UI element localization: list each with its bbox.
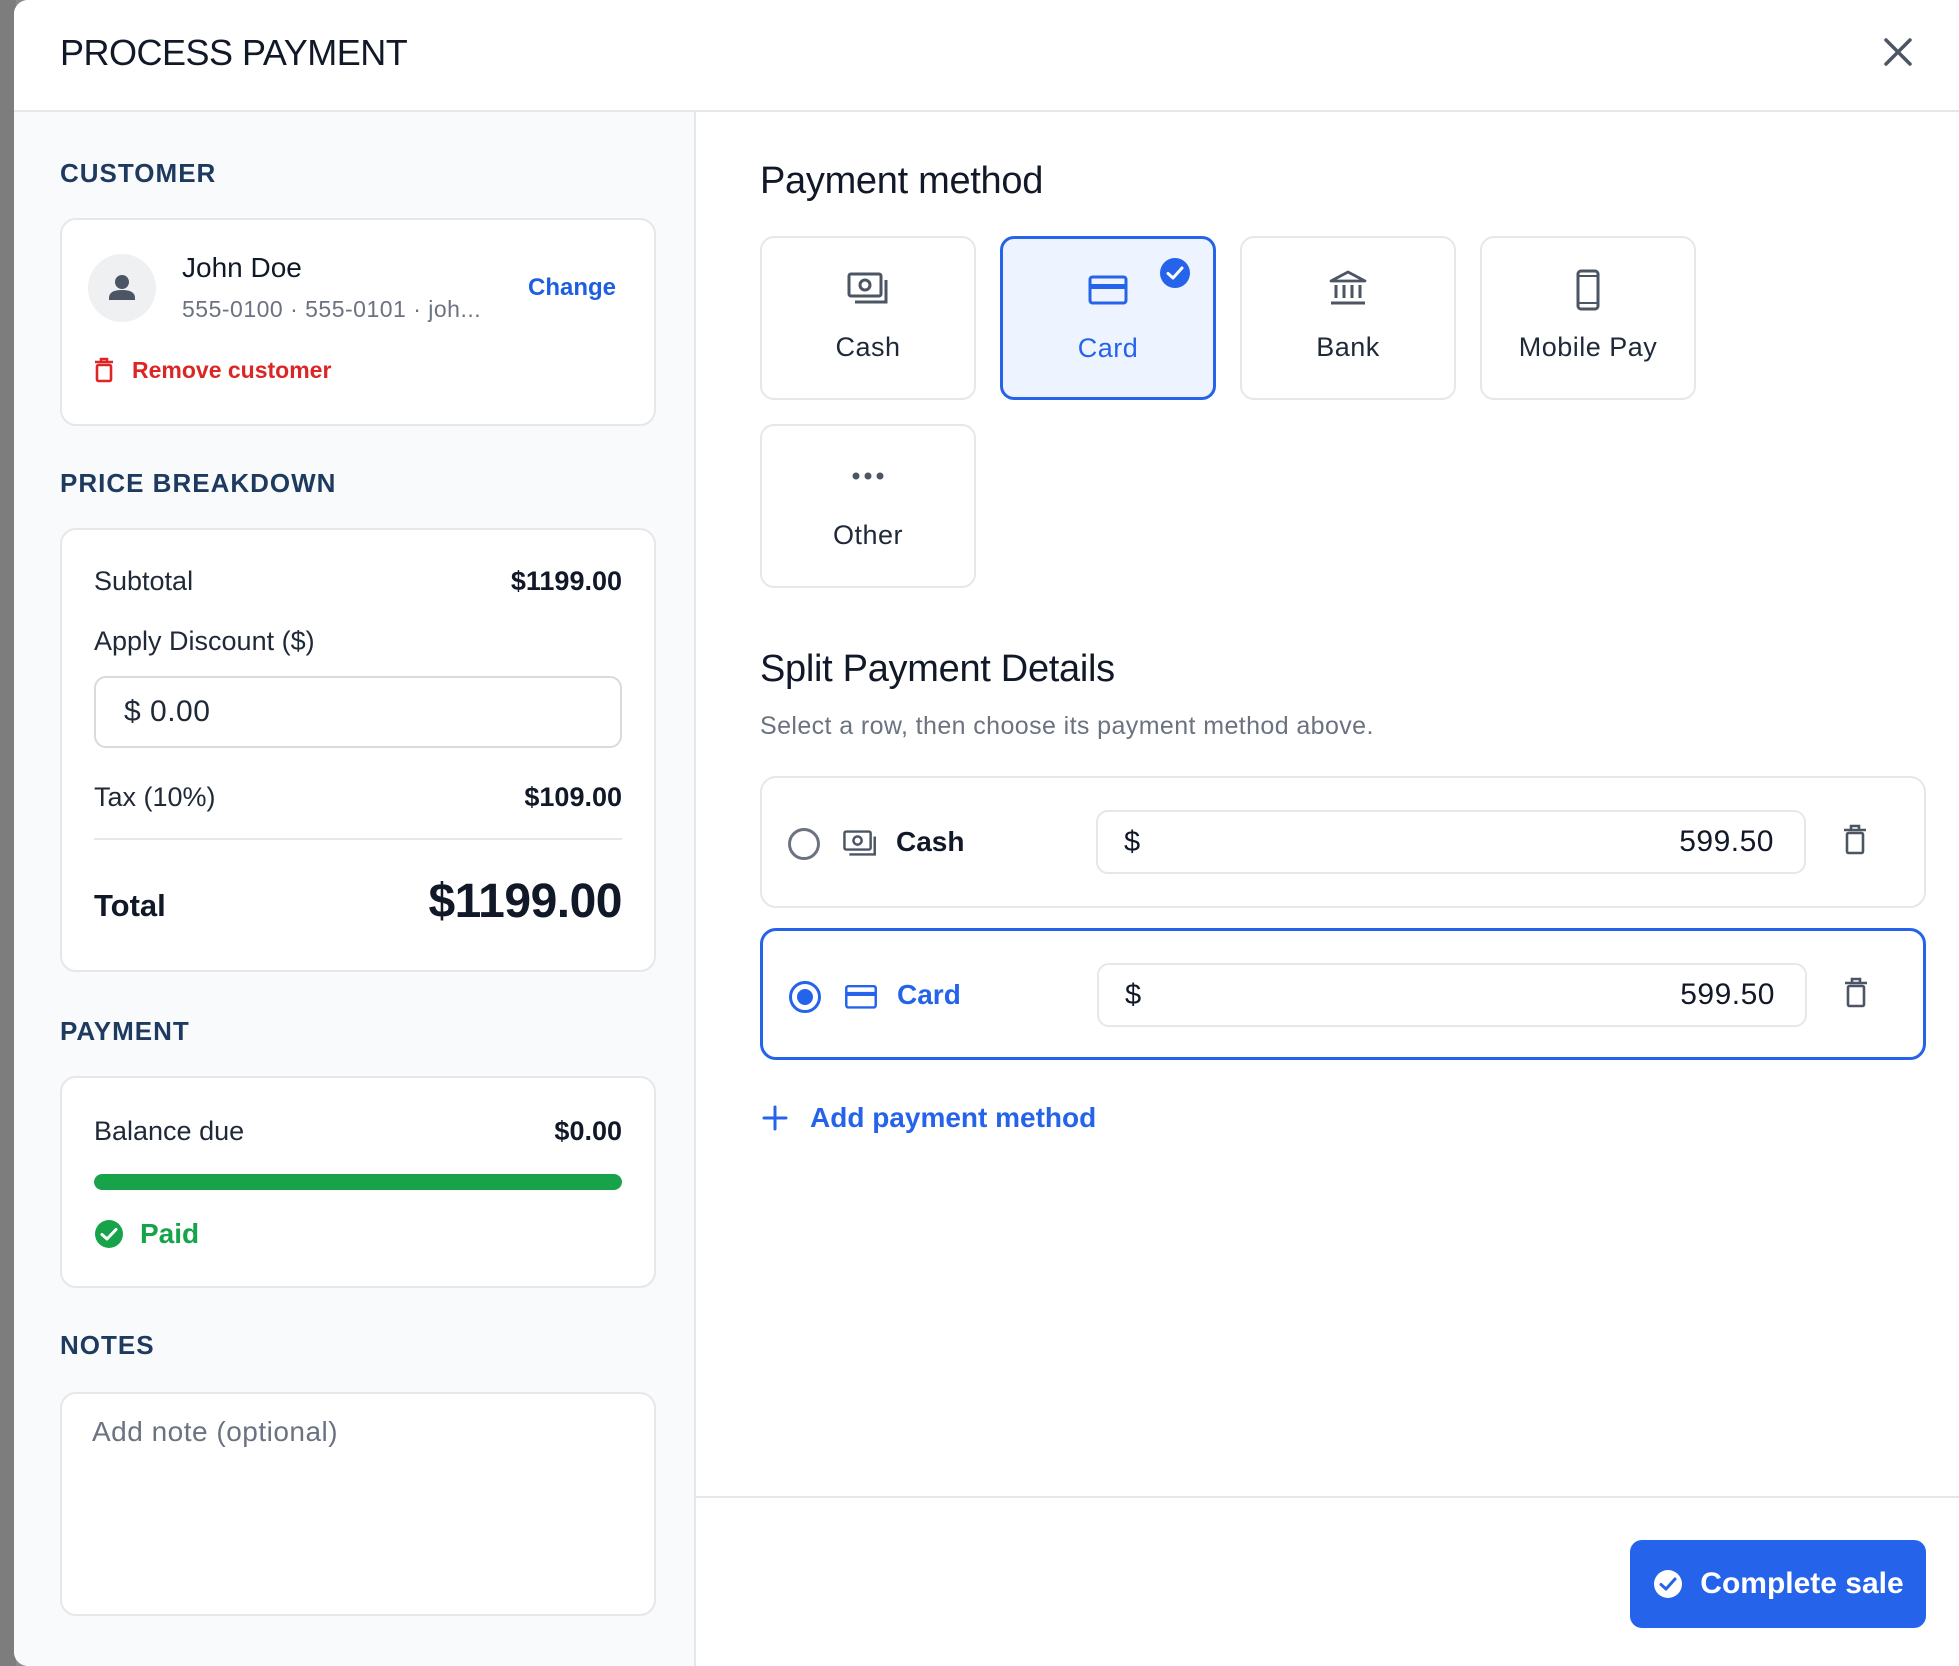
- credit-card-icon: [845, 984, 877, 1009]
- paid-status-label: Paid: [140, 1218, 200, 1249]
- customer-section-label: CUSTOMER: [60, 158, 217, 188]
- customer-contact: 555-0100 · 555-0101 · joh...: [182, 296, 482, 322]
- split-payment-hint: Select a row, then choose its payment me…: [760, 712, 1374, 740]
- complete-sale-button[interactable]: Complete sale: [1630, 1540, 1926, 1628]
- mobile-phone-icon: [1576, 269, 1600, 311]
- split-row-method-label: Cash: [896, 826, 965, 857]
- split-row-method-label: Card: [897, 979, 961, 1010]
- price-breakdown-section-label: PRICE BREAKDOWN: [60, 468, 337, 498]
- plus-icon: [762, 1105, 788, 1131]
- method-label: Bank: [1316, 332, 1380, 362]
- trash-icon: [1844, 824, 1866, 855]
- cash-icon: [843, 830, 876, 856]
- split-row-radio[interactable]: [788, 828, 820, 860]
- paid-status: Paid: [94, 1218, 199, 1250]
- remove-customer-button[interactable]: Remove customer: [92, 356, 331, 384]
- total-label: Total: [94, 888, 166, 923]
- split-amount-input[interactable]: [1275, 975, 1775, 1015]
- balance-due-value: $0.00: [554, 1116, 622, 1146]
- delete-split-row-button[interactable]: [1842, 824, 1868, 861]
- check-circle-icon: [95, 1220, 123, 1248]
- balance-due-label: Balance due: [94, 1116, 245, 1146]
- method-tile-card[interactable]: Card: [1000, 236, 1216, 400]
- split-amount-field: $: [1097, 963, 1807, 1027]
- process-payment-modal: PROCESS PAYMENT CUSTOMER John Doe 555-01…: [14, 0, 1959, 1666]
- close-icon: [1884, 38, 1912, 66]
- notes-textarea[interactable]: [60, 1392, 656, 1616]
- modal-header: PROCESS PAYMENT: [14, 0, 1959, 112]
- split-row-card[interactable]: Card $: [760, 928, 1926, 1060]
- payment-method-heading: Payment method: [760, 160, 1044, 202]
- payment-progress-fill: [94, 1174, 622, 1190]
- bank-icon: [1329, 270, 1367, 305]
- add-payment-method-label: Add payment method: [810, 1102, 1097, 1133]
- cash-icon: [847, 272, 888, 304]
- split-row-cash[interactable]: Cash $: [760, 776, 1926, 908]
- check-circle-icon: [1654, 1570, 1683, 1598]
- customer-card: John Doe 555-0100 · 555-0101 · joh... Ch…: [60, 218, 656, 426]
- add-payment-method-button[interactable]: Add payment method: [760, 1102, 1096, 1134]
- payment-section-label: PAYMENT: [60, 1016, 190, 1046]
- trash-icon: [1845, 977, 1867, 1008]
- discount-label: Apply Discount ($): [94, 626, 315, 656]
- notes-section-label: NOTES: [60, 1330, 155, 1360]
- method-tile-bank[interactable]: Bank: [1240, 236, 1456, 400]
- method-label: Cash: [835, 332, 901, 362]
- credit-card-icon: [1088, 275, 1128, 305]
- subtotal-value: $1199.00: [510, 566, 622, 596]
- discount-input[interactable]: [94, 676, 622, 748]
- change-customer-button[interactable]: Change: [528, 274, 616, 302]
- payment-status-card: Balance due $0.00 Paid: [60, 1076, 656, 1288]
- remove-customer-label: Remove customer: [132, 356, 332, 383]
- tax-value: $109.00: [524, 782, 622, 812]
- complete-sale-label: Complete sale: [1700, 1567, 1904, 1600]
- currency-symbol: $: [1125, 979, 1142, 1011]
- method-label: Mobile Pay: [1518, 332, 1658, 362]
- method-tile-cash[interactable]: Cash: [760, 236, 976, 400]
- modal-title: PROCESS PAYMENT: [60, 32, 408, 73]
- split-amount-input[interactable]: [1274, 822, 1774, 862]
- more-horizontal-icon: [852, 472, 884, 480]
- split-row-radio[interactable]: [789, 981, 821, 1013]
- close-button[interactable]: [1876, 30, 1920, 74]
- order-summary-panel: CUSTOMER John Doe 555-0100 · 555-0101 · …: [14, 112, 696, 1666]
- split-amount-field: $: [1096, 810, 1806, 874]
- person-icon: [109, 275, 135, 300]
- modal-footer: Complete sale: [696, 1496, 1959, 1666]
- selected-check-icon: [1160, 258, 1190, 288]
- payment-progress-bar: [94, 1174, 622, 1190]
- subtotal-label: Subtotal: [94, 566, 194, 596]
- divider: [94, 838, 622, 840]
- delete-split-row-button[interactable]: [1843, 977, 1869, 1014]
- trash-icon: [95, 357, 113, 383]
- currency-symbol: $: [1124, 826, 1141, 858]
- tax-label: Tax (10%): [94, 782, 216, 812]
- method-label: Other: [832, 520, 904, 550]
- avatar: [88, 254, 156, 322]
- method-label: Card: [1077, 333, 1139, 363]
- payment-method-panel: Payment method Cash Card Bank Mobile Pay…: [696, 112, 1959, 1666]
- method-tile-mobile-pay[interactable]: Mobile Pay: [1480, 236, 1696, 400]
- split-payment-heading: Split Payment Details: [760, 648, 1115, 690]
- customer-name: John Doe: [182, 252, 302, 283]
- price-breakdown-card: Subtotal $1199.00 Apply Discount ($) Tax…: [60, 528, 656, 972]
- method-tile-other[interactable]: Other: [760, 424, 976, 588]
- total-value: $1199.00: [428, 875, 622, 928]
